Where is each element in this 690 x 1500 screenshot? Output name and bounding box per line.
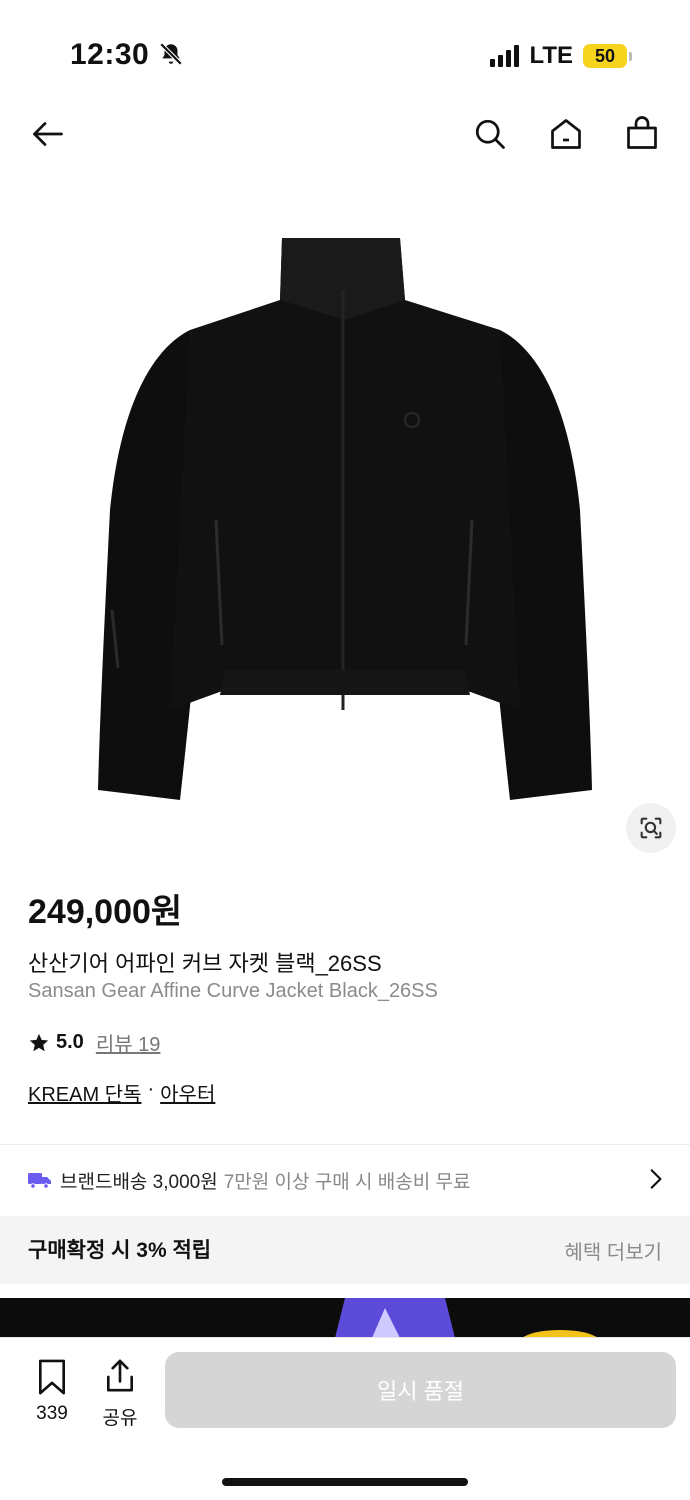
review-link[interactable]: 리뷰 19 xyxy=(96,1028,161,1057)
tag-exclusive[interactable]: KREAM 단독 xyxy=(28,1078,141,1107)
product-image[interactable] xyxy=(0,190,690,870)
promo-banner[interactable] xyxy=(0,1298,690,1338)
shopping-bag-icon xyxy=(627,116,657,149)
image-search-button[interactable] xyxy=(626,803,676,853)
bookmark-icon xyxy=(38,1359,66,1395)
product-price: 249,000원 xyxy=(28,893,183,931)
silent-bell-icon xyxy=(159,42,183,66)
arrow-left-icon xyxy=(33,122,63,146)
product-tags: KREAM 단독 · 아우터 xyxy=(28,1078,215,1107)
back-button[interactable] xyxy=(26,112,70,156)
rating-value: 5.0 xyxy=(56,1031,84,1053)
lens-icon xyxy=(640,817,662,839)
home-indicator xyxy=(222,1478,468,1486)
benefit-text: 구매확정 시 3% 적립 xyxy=(28,1239,212,1262)
shipping-row[interactable]: 브랜드배송 3,000원 7만원 이상 구매 시 배송비 무료 xyxy=(28,1160,668,1200)
status-indicators: LTE 50 xyxy=(490,42,632,70)
search-icon xyxy=(475,119,505,149)
divider xyxy=(0,1144,690,1145)
tag-separator: · xyxy=(147,1078,155,1100)
home-icon xyxy=(551,119,581,149)
promo-graphic xyxy=(335,1298,598,1338)
shipping-note: 7만원 이상 구매 시 배송비 무료 xyxy=(223,1171,471,1193)
battery-icon: 50 xyxy=(583,44,627,68)
product-name-ko: 산산기어 어파인 커브 자켓 블랙_26SS xyxy=(28,951,382,976)
battery-nub xyxy=(629,51,632,61)
chevron-right-icon xyxy=(650,1169,662,1189)
status-time: 12:30 xyxy=(70,38,184,72)
status-time-text: 12:30 xyxy=(70,38,150,71)
cart-button[interactable] xyxy=(620,112,664,156)
shipping-title: 브랜드배송 3,000원 xyxy=(60,1171,218,1193)
jacket-illustration xyxy=(98,238,592,800)
share-icon xyxy=(106,1359,134,1392)
truck-icon xyxy=(28,1173,51,1189)
rating-row: 5.0 리뷰 19 xyxy=(28,1028,160,1057)
network-type: LTE xyxy=(529,42,573,69)
wishlist-count: 339 xyxy=(36,1403,68,1424)
star-icon xyxy=(29,1033,49,1051)
benefit-more-link[interactable]: 혜택 더보기 xyxy=(564,1236,662,1265)
share-button[interactable]: 공유 xyxy=(98,1358,142,1430)
battery-level: 50 xyxy=(594,45,616,66)
tag-category[interactable]: 아우터 xyxy=(160,1078,215,1107)
product-name-en: Sansan Gear Affine Curve Jacket Black_26… xyxy=(28,980,438,1002)
home-button[interactable] xyxy=(544,112,588,156)
share-label: 공유 xyxy=(102,1408,138,1429)
search-button[interactable] xyxy=(468,112,512,156)
soldout-button[interactable]: 일시 품절 xyxy=(165,1352,676,1428)
wishlist-button[interactable]: 339 xyxy=(30,1358,74,1425)
signal-icon xyxy=(490,45,520,67)
